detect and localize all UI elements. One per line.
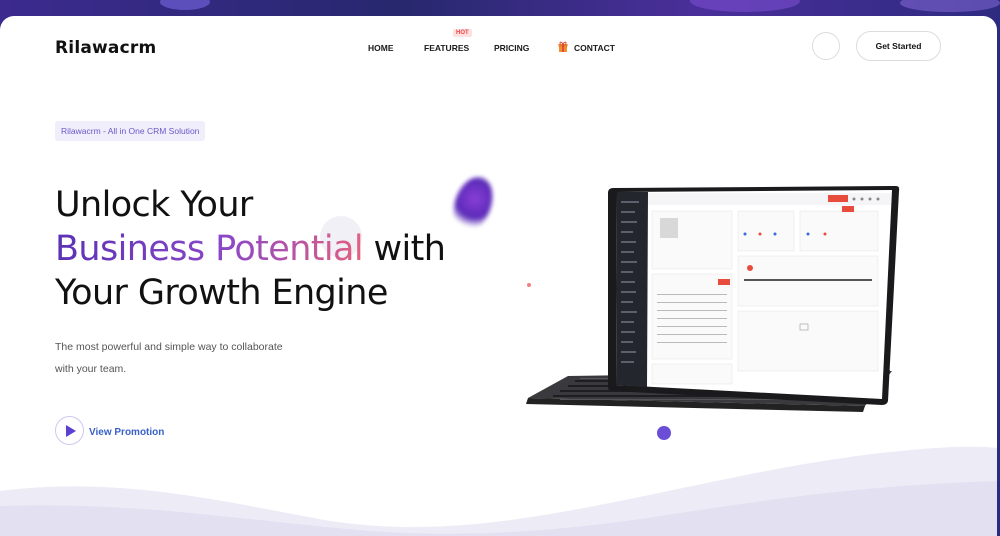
gift-icon: [558, 41, 568, 52]
hero-title-line1: Unlock Your: [55, 185, 253, 225]
brand-logo[interactable]: Rilawacrm: [55, 38, 156, 58]
nav-features[interactable]: FEATURES: [424, 43, 469, 53]
get-started-button[interactable]: Get Started: [856, 31, 941, 61]
hero-tag: Rilawacrm - All in One CRM Solution: [55, 121, 206, 141]
hot-badge: HOT: [453, 29, 472, 37]
hero-title-line3: Your Growth Engine: [55, 273, 388, 313]
background-glow: [900, 0, 1000, 12]
hero-title-line2-rest: with: [363, 229, 446, 269]
dashboard-tablet-image: [526, 186, 900, 412]
background-glow: [160, 0, 210, 10]
page-frame: Rilawacrm HOME FEATURES HOT PRICING CONT…: [0, 16, 997, 536]
decorative-blob: [446, 171, 500, 237]
hero-subtitle-line1: The most powerful and simple way to coll…: [55, 341, 283, 353]
search-button[interactable]: [812, 32, 840, 60]
decorative-dot: [657, 426, 671, 440]
nav-contact[interactable]: CONTACT: [574, 43, 615, 53]
background-glow: [690, 0, 800, 12]
nav-pricing[interactable]: PRICING: [494, 43, 529, 53]
hero-title-highlight: Business Potential: [55, 229, 364, 269]
hero-title-line2: Business Potential with: [55, 229, 446, 269]
nav-home[interactable]: HOME: [368, 43, 394, 53]
hero-subtitle-line2: with your team.: [55, 363, 127, 375]
